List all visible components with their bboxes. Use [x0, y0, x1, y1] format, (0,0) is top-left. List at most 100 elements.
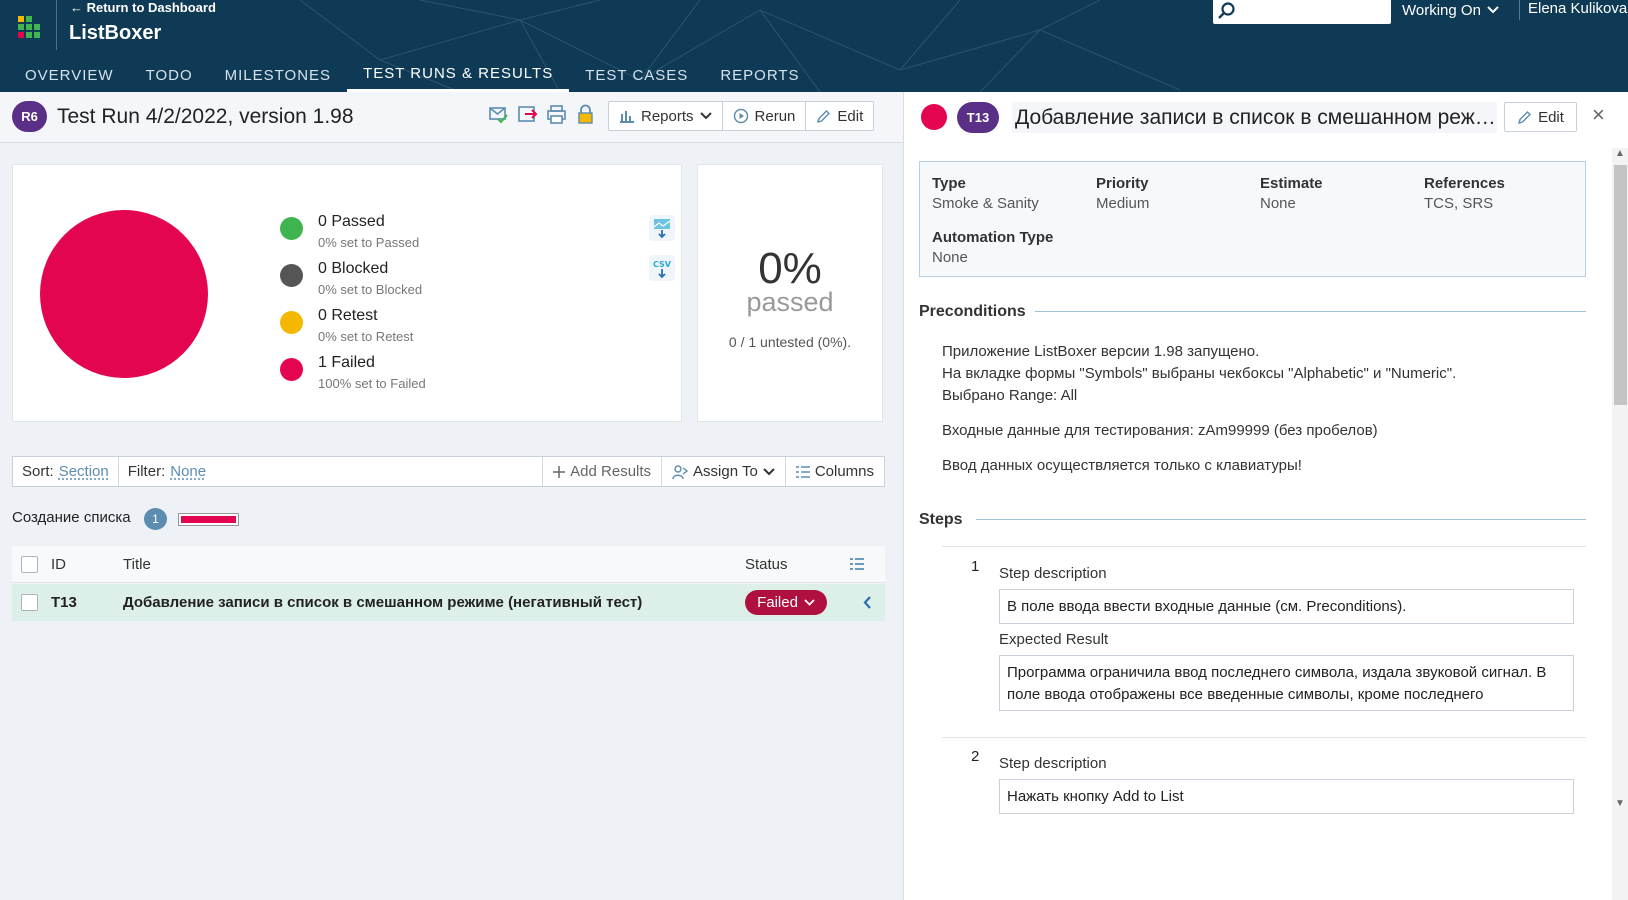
- tab-test-runs-results[interactable]: TEST RUNS & RESULTS: [347, 58, 570, 92]
- step-description-label: Step description: [999, 755, 1107, 772]
- row-id: T13: [51, 594, 77, 611]
- chevron-left-icon[interactable]: [863, 596, 872, 609]
- table-row[interactable]: T13 Добавление записи в список в смешанн…: [12, 584, 885, 621]
- precondition-line: На вкладке формы "Symbols" выбраны чекбо…: [942, 365, 1457, 382]
- tab-overview[interactable]: OVERVIEW: [0, 58, 130, 92]
- assign-user-icon: [672, 464, 689, 479]
- run-title: Test Run 4/2/2022, version 1.98: [57, 105, 354, 128]
- prop-automation-type: Automation Type None: [932, 229, 1053, 266]
- row-checkbox[interactable]: [21, 594, 38, 611]
- legend-sub: 0% set to Retest: [318, 329, 414, 344]
- sort-value-link[interactable]: Section: [59, 463, 109, 480]
- prop-key: Priority: [1096, 175, 1149, 192]
- steps-divider: [976, 519, 1586, 520]
- export-csv-icon[interactable]: CSV: [649, 255, 675, 281]
- case-id-badge: T13: [957, 102, 999, 133]
- case-title: Добавление записи в список в смешанном р…: [1012, 102, 1497, 133]
- passed-percent-content: 0% passed 0 / 1 untested (0%).: [698, 0, 882, 900]
- legend-sub: 100% set to Failed: [318, 376, 426, 391]
- tab-todo[interactable]: TODO: [130, 58, 209, 92]
- scroll-up-icon[interactable]: ▲: [1615, 148, 1625, 159]
- assign-to-dropdown[interactable]: Assign To: [662, 457, 786, 486]
- app-title[interactable]: ListBoxer: [69, 22, 161, 45]
- precondition-line: Приложение ListBoxer версии 1.98 запущен…: [942, 343, 1260, 360]
- legend-dot-passed: [280, 217, 303, 240]
- run-toolbar-icons: [488, 104, 596, 125]
- plus-icon: [553, 465, 566, 478]
- section-progress-bar: [178, 513, 239, 526]
- precondition-line: Входные данные для тестирования: zAm9999…: [942, 422, 1378, 439]
- prop-priority: Priority Medium: [1096, 175, 1149, 212]
- chevron-down-icon: [804, 599, 815, 606]
- results-toolbar: Sort: Section Filter: None Add Results A…: [12, 456, 885, 487]
- prop-value: TCS, SRS: [1424, 195, 1494, 212]
- return-to-dashboard-link[interactable]: ← Return to Dashboard: [70, 0, 216, 15]
- step-number: 1: [971, 558, 980, 575]
- legend-dot-failed: [280, 358, 303, 381]
- passed-percent-label: passed: [746, 287, 834, 317]
- step-description: Нажать кнопку Add to List: [999, 779, 1574, 814]
- step-separator: [942, 546, 1586, 547]
- search-icon: [1218, 2, 1235, 19]
- pencil-icon: [1518, 110, 1532, 124]
- row-status-label: Failed: [757, 594, 798, 611]
- pie-slice-failed: [40, 210, 208, 378]
- chevron-down-icon: [1487, 6, 1499, 14]
- scroll-down-icon[interactable]: ▼: [1615, 798, 1625, 809]
- lock-icon[interactable]: [575, 104, 596, 125]
- filter-label: Filter:: [127, 463, 166, 480]
- columns-button[interactable]: Columns: [786, 457, 884, 486]
- sort-label: Sort:: [22, 463, 54, 480]
- step-description-label: Step description: [999, 565, 1107, 582]
- column-header-title[interactable]: Title: [123, 556, 151, 573]
- edit-case-button[interactable]: Edit: [1504, 102, 1577, 132]
- filter-value-link[interactable]: None: [170, 463, 206, 480]
- main-nav: OVERVIEW TODO MILESTONES TEST RUNS & RES…: [0, 58, 816, 92]
- prop-key: References: [1424, 175, 1505, 192]
- search-input[interactable]: [1241, 2, 1381, 22]
- run-id-badge: R6: [12, 101, 47, 132]
- prop-value: None: [932, 249, 968, 266]
- search-box[interactable]: [1213, 0, 1391, 24]
- working-on-dropdown[interactable]: Working On: [1402, 0, 1499, 20]
- case-properties: Type Smoke & Sanity Priority Medium Esti…: [919, 161, 1586, 277]
- prop-value: None: [1260, 195, 1296, 212]
- legend-label: 1 Failed: [318, 354, 375, 371]
- prop-value: Smoke & Sanity: [932, 195, 1039, 212]
- tab-milestones[interactable]: MILESTONES: [209, 58, 347, 92]
- steps-heading: Steps: [919, 511, 963, 528]
- export-close-icon[interactable]: [517, 104, 538, 125]
- expected-result-label: Expected Result: [999, 631, 1109, 648]
- toolbar-spacer: [215, 457, 544, 486]
- row-status-dropdown[interactable]: Failed: [745, 590, 827, 615]
- add-results-button[interactable]: Add Results: [543, 457, 663, 486]
- reports-label: Reports: [641, 107, 694, 125]
- legend-dot-blocked: [280, 264, 303, 287]
- step-description: В поле ввода ввести входные данные (см. …: [999, 589, 1574, 624]
- case-status-indicator: [921, 104, 947, 130]
- prop-value: Medium: [1096, 195, 1150, 212]
- column-header-id[interactable]: ID: [51, 556, 66, 573]
- email-check-icon[interactable]: [488, 104, 509, 125]
- print-icon[interactable]: [546, 104, 567, 125]
- sort-control: Sort: Section: [13, 457, 119, 486]
- select-all-checkbox[interactable]: [21, 556, 38, 573]
- prop-estimate: Estimate None: [1260, 175, 1323, 212]
- column-header-status[interactable]: Status: [745, 556, 788, 573]
- prop-type: Type Smoke & Sanity: [932, 175, 1039, 212]
- column-options-icon[interactable]: [850, 558, 864, 571]
- section-progress-fill: [181, 516, 236, 523]
- close-icon[interactable]: ×: [1592, 102, 1605, 128]
- preconditions-divider: [1035, 311, 1586, 312]
- export-chart-image-icon[interactable]: [649, 215, 675, 241]
- test-case-detail-pane: T13 Добавление записи в список в смешанн…: [903, 92, 1628, 900]
- user-menu[interactable]: Elena Kulikova: [1519, 0, 1627, 20]
- detail-scrollbar-thumb[interactable]: [1614, 165, 1627, 405]
- legend-dot-retest: [280, 311, 303, 334]
- row-title[interactable]: Добавление записи в список в смешанном р…: [123, 594, 642, 611]
- results-table-header: ID Title Status: [12, 546, 885, 583]
- prop-key: Automation Type: [932, 229, 1054, 246]
- app-logo-icon[interactable]: [18, 16, 42, 38]
- precondition-line: Ввод данных осуществляется только с клав…: [942, 457, 1302, 474]
- tab-test-cases[interactable]: TEST CASES: [569, 58, 704, 92]
